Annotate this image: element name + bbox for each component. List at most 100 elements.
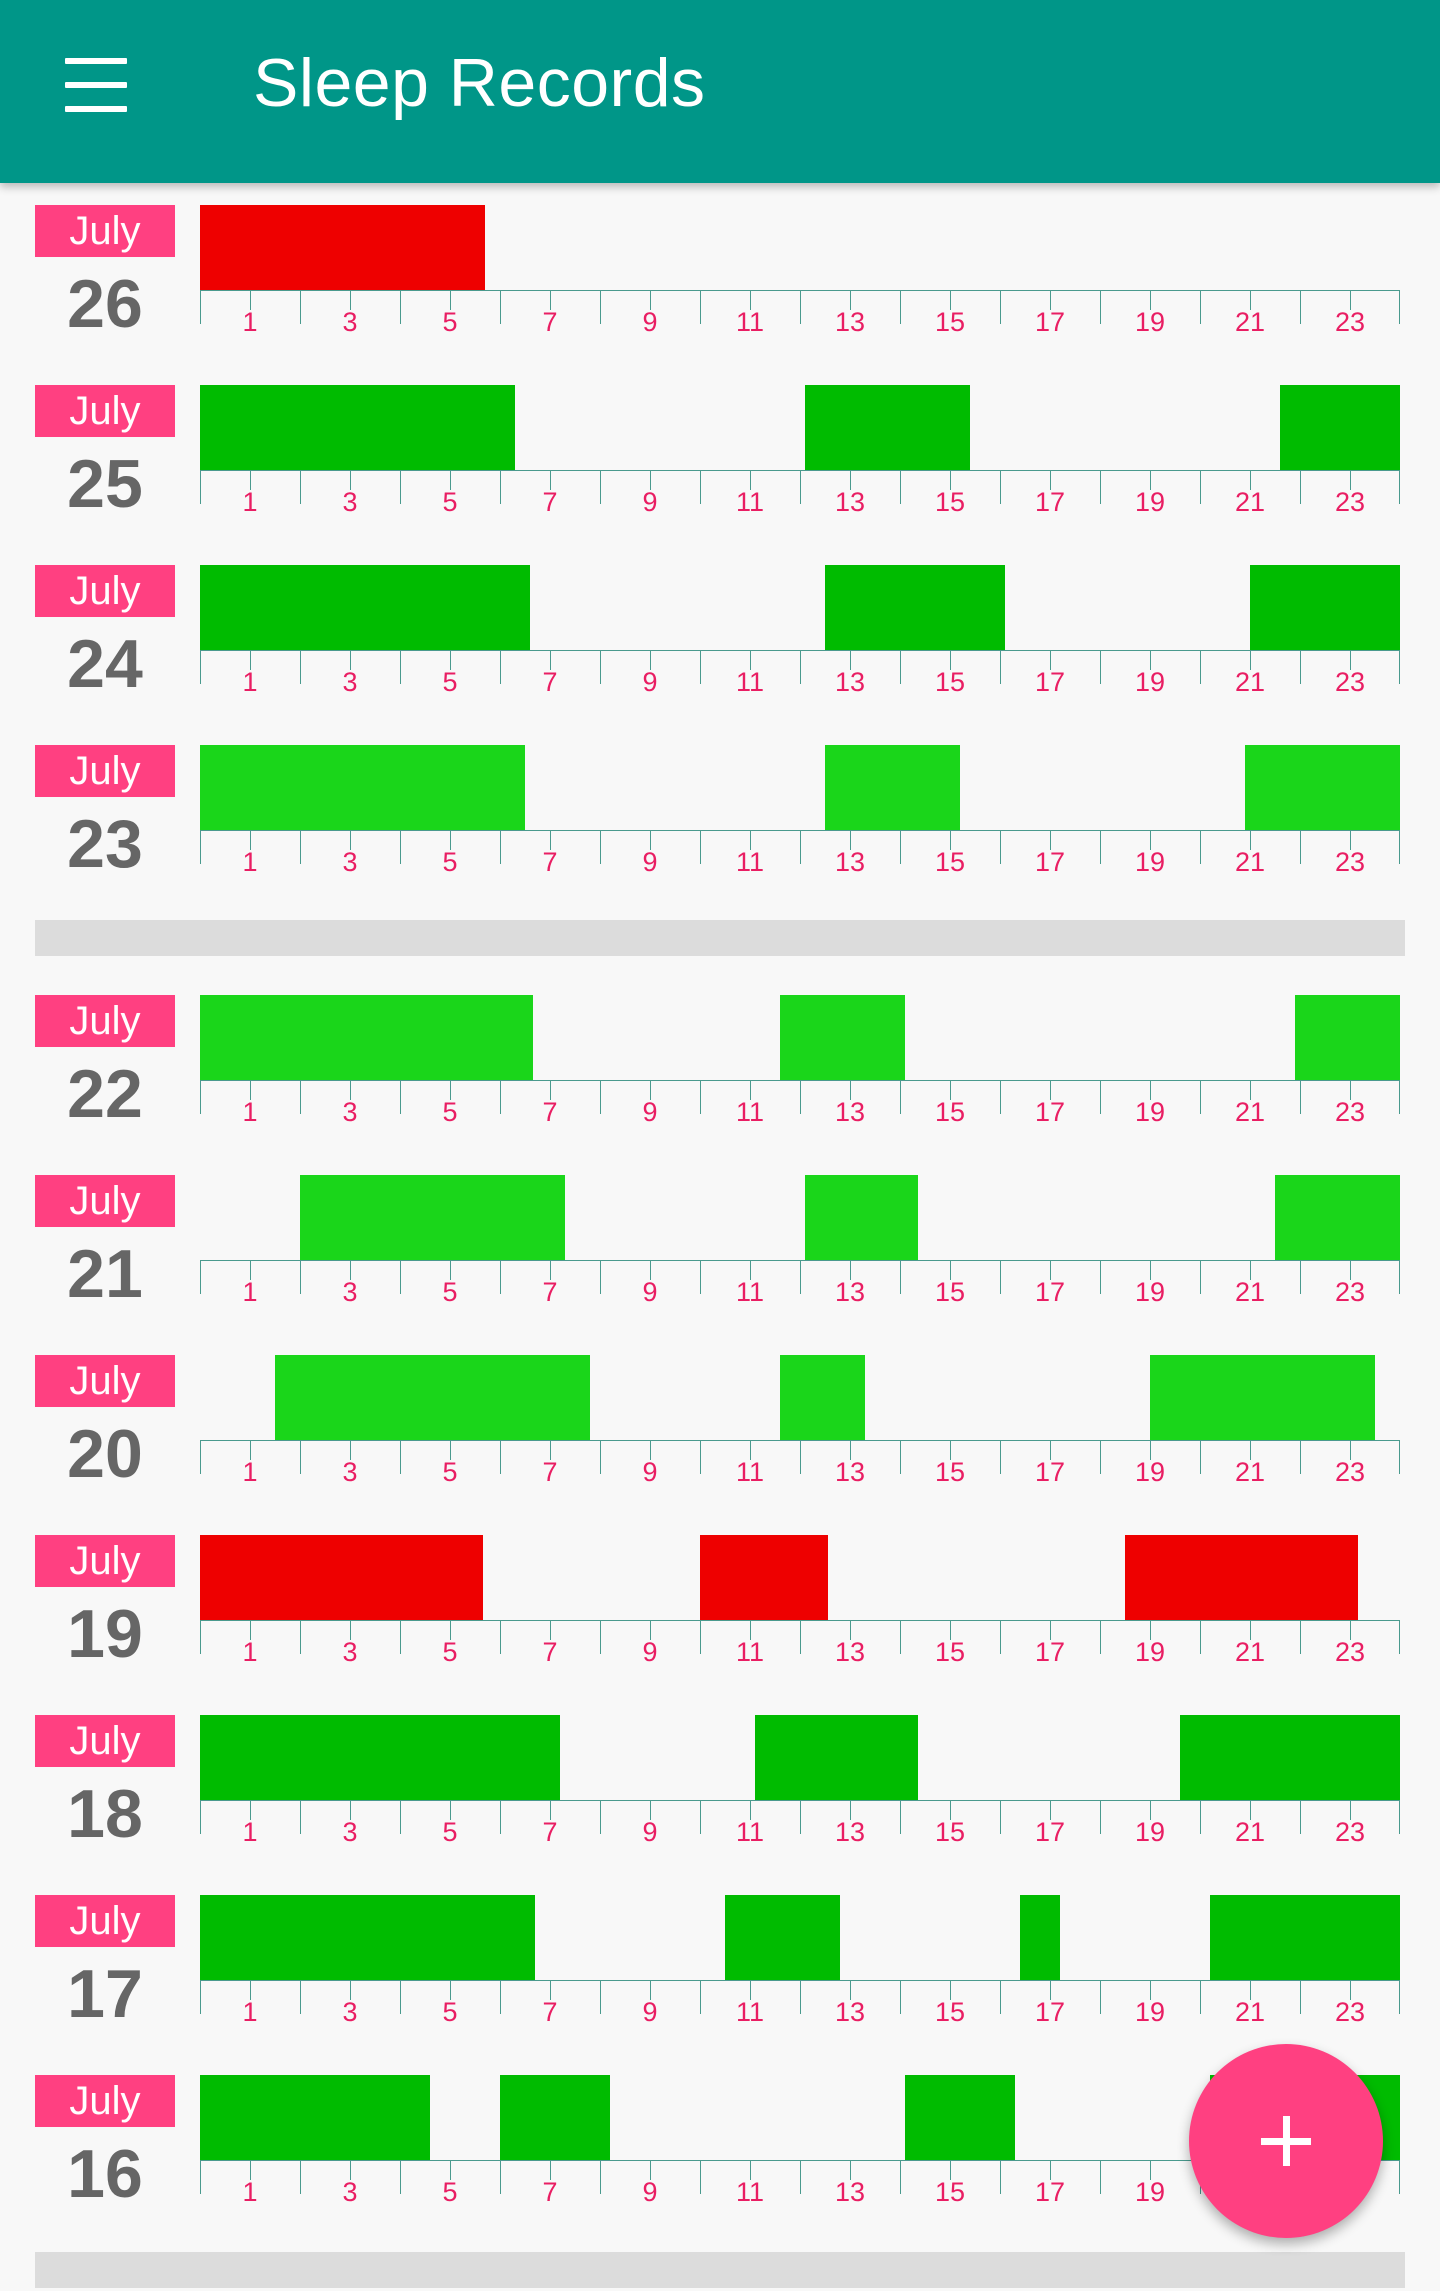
sleep-bar[interactable] — [200, 205, 485, 290]
day-record-row[interactable]: July 20 1 3 5 7 9 11 13 15 17 19 21 23 — [0, 1355, 1440, 1525]
sleep-bar[interactable] — [275, 1355, 590, 1440]
axis-tick — [1000, 1080, 1001, 1114]
axis-tick-label: 17 — [1034, 847, 1066, 877]
axis-tick — [1399, 290, 1400, 324]
axis-tick-label: 3 — [342, 1277, 358, 1307]
day-number: 21 — [67, 1236, 143, 1312]
sleep-bar[interactable] — [1250, 565, 1400, 650]
axis-tick — [300, 470, 301, 504]
axis-tick — [400, 470, 401, 504]
sleep-bar[interactable] — [1295, 995, 1400, 1080]
axis-tick — [1200, 830, 1201, 864]
sleep-bar[interactable] — [1125, 1535, 1358, 1620]
axis-tick-label: 3 — [342, 1097, 358, 1127]
axis-tick-label: 15 — [934, 1997, 966, 2027]
axis-tick-label: 19 — [1134, 1817, 1166, 1847]
sleep-bar[interactable] — [200, 565, 530, 650]
day-record-row[interactable]: July 26 1 3 5 7 9 11 13 15 17 19 21 23 — [0, 205, 1440, 375]
sleep-bar[interactable] — [1180, 1715, 1400, 1800]
menu-icon[interactable] — [62, 58, 132, 112]
axis-tick-label: 15 — [934, 1457, 966, 1487]
day-record-row[interactable]: July 19 1 3 5 7 9 11 13 15 17 19 21 23 — [0, 1535, 1440, 1705]
sleep-bar[interactable] — [700, 1535, 828, 1620]
axis-tick — [1000, 470, 1001, 504]
axis-tick — [900, 1620, 901, 1654]
sleep-bar[interactable] — [200, 745, 525, 830]
axis-tick-label: 19 — [1134, 1457, 1166, 1487]
axis-tick-label: 17 — [1034, 667, 1066, 697]
axis-tick-label: 3 — [342, 2177, 358, 2207]
axis-tick-label: 15 — [934, 1277, 966, 1307]
axis-tick-label: 5 — [442, 1997, 458, 2027]
sleep-bar[interactable] — [825, 565, 1005, 650]
day-record-row[interactable]: July 22 1 3 5 7 9 11 13 15 17 19 21 23 — [0, 995, 1440, 1165]
day-record-row[interactable]: July 18 1 3 5 7 9 11 13 15 17 19 21 23 — [0, 1715, 1440, 1885]
sleep-bar[interactable] — [805, 1175, 918, 1260]
day-record-row[interactable]: July 17 1 3 5 7 9 11 13 15 17 19 21 23 — [0, 1895, 1440, 2065]
sleep-bar[interactable] — [200, 995, 533, 1080]
sleep-bar[interactable] — [1210, 1895, 1400, 1980]
axis-tick — [700, 1080, 701, 1114]
axis-tick — [800, 1080, 801, 1114]
axis-tick-label: 13 — [834, 1997, 866, 2027]
sleep-timeline: 1357911131517192123 — [200, 745, 1400, 890]
sleep-bar[interactable] — [725, 1895, 840, 1980]
axis-tick — [300, 1620, 301, 1654]
day-record-row[interactable]: July 24 1 3 5 7 9 11 13 15 17 19 21 23 — [0, 565, 1440, 735]
sleep-bar[interactable] — [805, 385, 970, 470]
sleep-bar[interactable] — [200, 2075, 430, 2160]
axis-tick — [300, 1800, 301, 1834]
axis-tick-label: 17 — [1034, 2177, 1066, 2207]
axis-tick-label: 21 — [1234, 307, 1266, 337]
axis-tick — [400, 1260, 401, 1294]
axis-tick-label: 5 — [442, 2177, 458, 2207]
axis-tick — [800, 830, 801, 864]
axis-tick-label: 1 — [242, 667, 258, 697]
axis-tick-label: 21 — [1234, 487, 1266, 517]
sleep-timeline: 1357911131517192123 — [200, 565, 1400, 710]
day-record-row[interactable]: July 21 1 3 5 7 9 11 13 15 17 19 21 23 — [0, 1175, 1440, 1345]
axis-tick — [400, 2160, 401, 2194]
sleep-bar[interactable] — [1275, 1175, 1400, 1260]
axis-tick-label: 19 — [1134, 307, 1166, 337]
axis-tick — [1100, 650, 1101, 684]
sleep-bar[interactable] — [200, 1535, 483, 1620]
axis-tick-label: 21 — [1234, 667, 1266, 697]
day-record-row[interactable]: July 25 1 3 5 7 9 11 13 15 17 19 21 23 — [0, 385, 1440, 555]
axis-tick — [500, 1440, 501, 1474]
sleep-bar[interactable] — [200, 1715, 560, 1800]
sleep-bar[interactable] — [780, 995, 905, 1080]
sleep-bar[interactable] — [1020, 1895, 1060, 1980]
axis-tick-label: 3 — [342, 1457, 358, 1487]
axis-tick — [900, 830, 901, 864]
sleep-bar[interactable] — [300, 1175, 565, 1260]
axis-tick-label: 3 — [342, 1637, 358, 1667]
axis-tick-label: 5 — [442, 847, 458, 877]
axis-tick — [200, 830, 201, 864]
sleep-bar[interactable] — [500, 2075, 610, 2160]
day-number: 23 — [67, 806, 143, 882]
axis-tick-label: 9 — [642, 1817, 658, 1847]
axis-tick — [500, 1080, 501, 1114]
axis-tick — [600, 2160, 601, 2194]
sleep-bar[interactable] — [825, 745, 960, 830]
sleep-bar[interactable] — [200, 385, 515, 470]
axis-tick — [200, 290, 201, 324]
axis-tick — [1000, 1980, 1001, 2014]
sleep-bar[interactable] — [780, 1355, 865, 1440]
sleep-bar[interactable] — [755, 1715, 918, 1800]
day-record-row[interactable]: July 23 1 3 5 7 9 11 13 15 17 19 21 23 — [0, 745, 1440, 915]
sleep-bar[interactable] — [905, 2075, 1015, 2160]
app-bar: Sleep Records — [0, 0, 1440, 183]
axis-tick-label: 9 — [642, 1277, 658, 1307]
axis-tick-label: 23 — [1334, 487, 1366, 517]
axis-tick-label: 17 — [1034, 1277, 1066, 1307]
sleep-bar[interactable] — [1280, 385, 1400, 470]
axis-tick-label: 1 — [242, 847, 258, 877]
add-record-button[interactable] — [1189, 2044, 1383, 2238]
axis-tick — [1399, 1080, 1400, 1114]
sleep-bar[interactable] — [200, 1895, 535, 1980]
sleep-bar[interactable] — [1150, 1355, 1375, 1440]
axis-tick-label: 7 — [542, 1997, 558, 2027]
sleep-bar[interactable] — [1245, 745, 1400, 830]
